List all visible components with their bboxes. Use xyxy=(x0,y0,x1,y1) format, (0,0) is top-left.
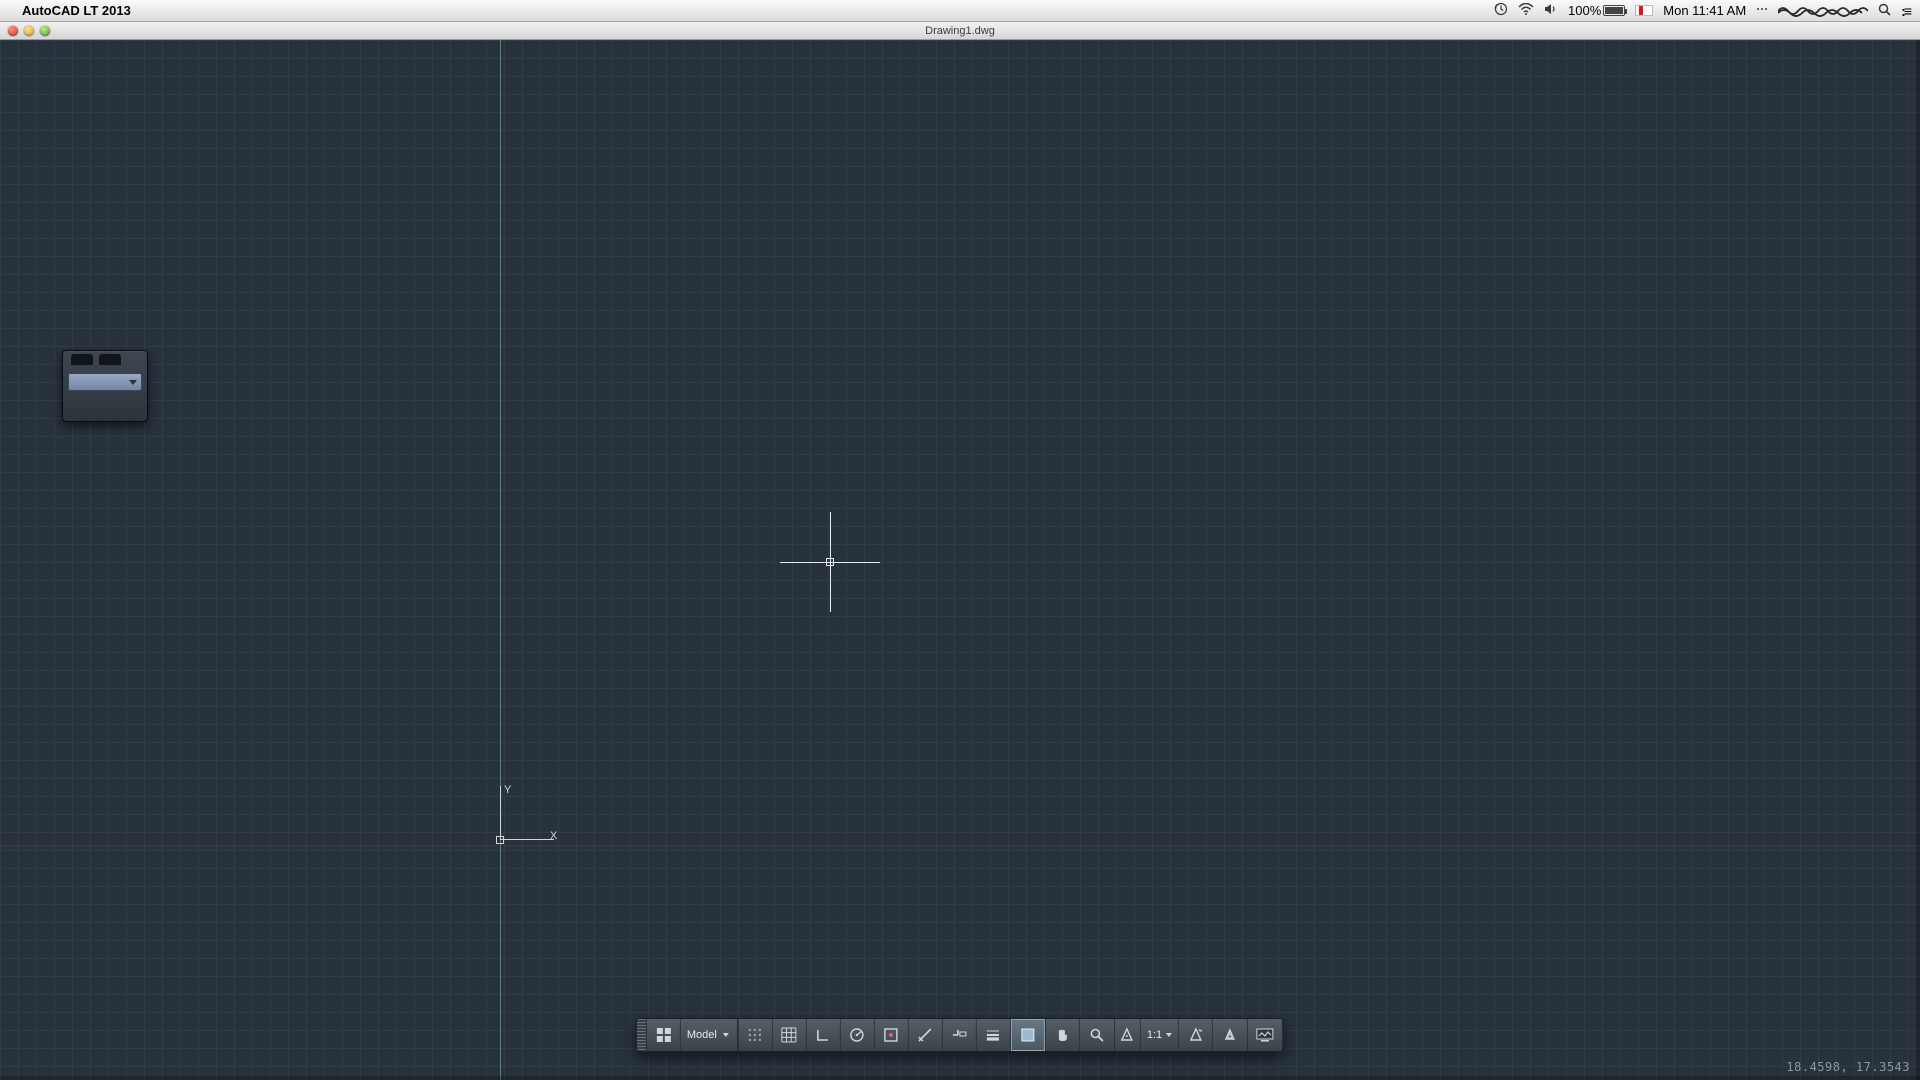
crosshair-cursor xyxy=(780,512,880,612)
ucs-x-label: X xyxy=(550,830,557,842)
polar-toggle-button[interactable] xyxy=(841,1019,875,1051)
drawing-canvas[interactable]: Y X Model xyxy=(0,40,1920,1080)
wifi-icon[interactable] xyxy=(1518,3,1534,18)
pan-button[interactable] xyxy=(1046,1019,1080,1051)
vertical-scrollbar[interactable] xyxy=(1916,40,1920,1080)
annotation-visibility-button[interactable] xyxy=(1179,1019,1213,1051)
lineweight-toggle-button[interactable] xyxy=(977,1019,1011,1051)
clock[interactable]: Mon 11:41 AM xyxy=(1663,3,1746,18)
annotation-scale-value: 1:1 xyxy=(1147,1029,1162,1041)
hardware-accel-button[interactable] xyxy=(1248,1019,1282,1051)
volume-icon[interactable] xyxy=(1544,3,1558,18)
zoom-button[interactable] xyxy=(1080,1019,1114,1051)
workspace-switch-button[interactable] xyxy=(647,1019,681,1051)
ortho-toggle-button[interactable] xyxy=(807,1019,841,1051)
window-close-button[interactable] xyxy=(8,26,18,36)
window-minimize-button[interactable] xyxy=(24,26,34,36)
ucs-y-label: Y xyxy=(504,784,511,796)
palette-dropdown[interactable] xyxy=(68,373,142,391)
battery-icon xyxy=(1603,5,1625,16)
annotation-scale-icon[interactable] xyxy=(1115,1019,1141,1051)
chevron-down-icon xyxy=(1166,1033,1172,1037)
window-zoom-button[interactable] xyxy=(40,26,50,36)
ucs-icon[interactable]: Y X xyxy=(494,786,564,856)
document-title: Drawing1.dwg xyxy=(0,25,1920,37)
osnap-toggle-button[interactable] xyxy=(875,1019,909,1051)
battery-status[interactable]: 100% xyxy=(1568,3,1625,18)
annotation-autoscale-button[interactable] xyxy=(1213,1019,1247,1051)
transparency-toggle-button[interactable] xyxy=(1011,1019,1045,1051)
dynamic-input-button[interactable] xyxy=(943,1019,977,1051)
chevron-down-icon xyxy=(723,1033,729,1037)
grid-toggle-button[interactable] xyxy=(773,1019,807,1051)
otrack-toggle-button[interactable] xyxy=(909,1019,943,1051)
floating-palette[interactable] xyxy=(62,350,148,422)
input-source-flag-icon[interactable] xyxy=(1635,5,1653,16)
timemachine-icon[interactable] xyxy=(1494,2,1508,19)
macos-menubar: AutoCAD LT 2013 100% Mon 11:41 AM :≡ xyxy=(0,0,1920,22)
horizontal-scrollbar[interactable] xyxy=(0,1076,1920,1080)
chevron-down-icon xyxy=(129,380,137,385)
status-bar: Model xyxy=(636,1018,1284,1052)
sync-status-icon[interactable] xyxy=(1756,3,1768,18)
coordinate-readout: 18.4598, 17.3543 xyxy=(1786,1060,1910,1074)
battery-pct: 100% xyxy=(1568,3,1601,18)
snap-toggle-button[interactable] xyxy=(739,1019,773,1051)
axis-x-guide xyxy=(0,845,1920,846)
spotlight-icon[interactable] xyxy=(1878,3,1891,19)
axis-y-guide xyxy=(500,40,501,1080)
toolbar-grip[interactable] xyxy=(637,1019,647,1051)
app-name[interactable]: AutoCAD LT 2013 xyxy=(22,3,131,18)
model-space-button[interactable]: Model xyxy=(681,1019,738,1051)
user-name-redacted xyxy=(1778,5,1868,17)
annotation-scale-dropdown[interactable]: 1:1 xyxy=(1141,1019,1179,1051)
notification-center-icon[interactable]: :≡ xyxy=(1901,3,1910,19)
model-space-label: Model xyxy=(687,1029,717,1041)
window-titlebar: Drawing1.dwg xyxy=(0,22,1920,40)
